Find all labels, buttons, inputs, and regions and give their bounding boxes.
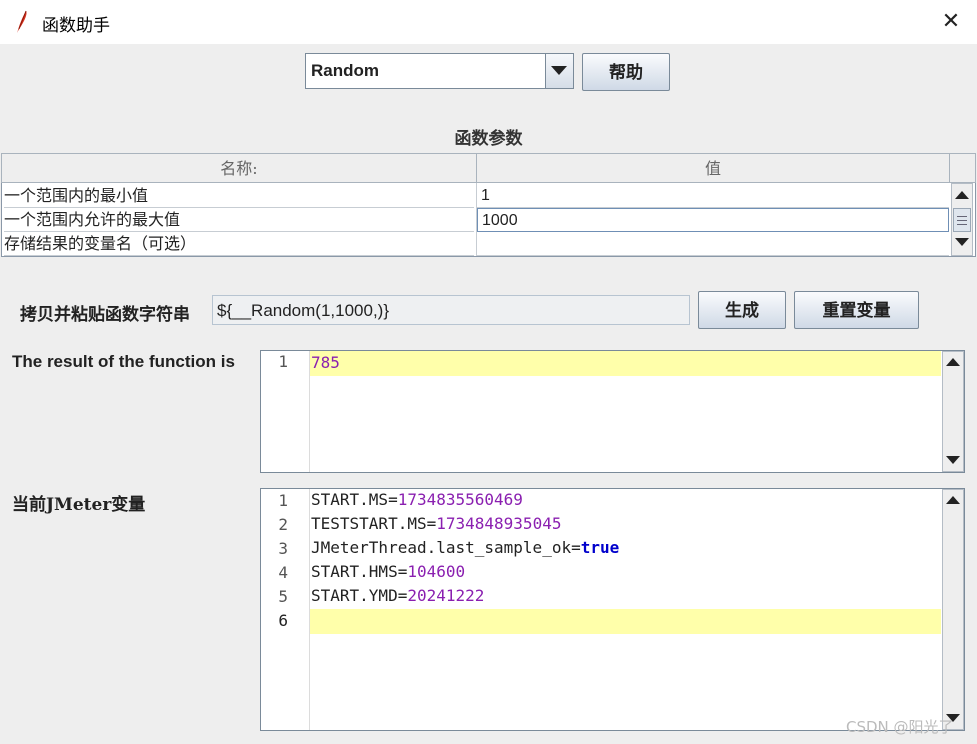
equals-sign: = bbox=[571, 538, 581, 557]
help-button[interactable]: 帮助 bbox=[582, 53, 670, 91]
close-icon[interactable]: ✕ bbox=[936, 8, 966, 36]
param-name-cell[interactable]: 存储结果的变量名（可选） bbox=[4, 232, 474, 256]
reset-variables-button[interactable]: 重置变量 bbox=[794, 291, 919, 329]
line-number: 6 bbox=[278, 611, 288, 630]
title-bar bbox=[0, 0, 977, 44]
current-line-highlight bbox=[310, 351, 941, 376]
line-number: 1 bbox=[278, 352, 288, 371]
variable-value: 1734835560469 bbox=[397, 490, 523, 509]
variable-key: START.MS bbox=[311, 490, 389, 509]
variable-line[interactable]: JMeterThread.last_sample_ok=true bbox=[311, 536, 619, 560]
variable-key: JMeterThread.last_sample_ok bbox=[311, 538, 572, 557]
watermark: CSDN @阳光了 bbox=[846, 718, 954, 736]
line-number: 4 bbox=[278, 563, 288, 582]
equals-sign: = bbox=[397, 562, 408, 581]
function-select-value: Random bbox=[311, 61, 379, 80]
variable-line[interactable]: TESTSTART.MS=1734848935045 bbox=[311, 512, 561, 536]
variable-key: START.YMD bbox=[311, 586, 398, 605]
param-name-cell[interactable]: 一个范围内允许的最大值 bbox=[4, 208, 474, 232]
function-string-label: 拷贝并粘贴函数字符串 bbox=[20, 305, 190, 325]
scroll-up-icon[interactable] bbox=[946, 496, 960, 504]
param-value-cell[interactable]: 1000 bbox=[477, 208, 949, 232]
current-line-highlight bbox=[310, 609, 941, 634]
window-title: 函数助手 bbox=[42, 16, 110, 36]
scroll-up-icon[interactable] bbox=[955, 191, 969, 199]
column-header-name[interactable]: 名称: bbox=[1, 153, 477, 183]
line-number: 5 bbox=[278, 587, 288, 606]
line-number: 1 bbox=[278, 491, 288, 510]
variable-value: true bbox=[580, 538, 620, 557]
equals-sign: = bbox=[426, 514, 437, 533]
variable-value: 20241222 bbox=[407, 586, 485, 605]
variables-label: 当前JMeter变量 bbox=[12, 495, 146, 515]
chevron-down-icon bbox=[551, 66, 567, 75]
variable-key: START.HMS bbox=[311, 562, 398, 581]
param-name-cell[interactable]: 一个范围内的最小值 bbox=[4, 184, 474, 208]
variable-line[interactable]: START.MS=1734835560469 bbox=[311, 488, 523, 512]
line-number: 3 bbox=[278, 539, 288, 558]
scroll-thumb[interactable] bbox=[953, 208, 971, 232]
generate-button[interactable]: 生成 bbox=[698, 291, 786, 329]
equals-sign: = bbox=[388, 490, 398, 509]
variable-line[interactable]: START.HMS=104600 bbox=[311, 560, 465, 584]
feather-icon bbox=[17, 10, 27, 33]
column-header-corner bbox=[949, 153, 976, 183]
param-value-cell[interactable] bbox=[477, 232, 949, 256]
line-number: 2 bbox=[278, 515, 288, 534]
params-section-title: 函数参数 bbox=[454, 129, 523, 149]
result-scrollbar[interactable] bbox=[942, 351, 964, 472]
scroll-up-icon[interactable] bbox=[946, 358, 960, 366]
variable-value: 104600 bbox=[407, 562, 466, 581]
function-string-field[interactable]: ${__Random(1,1000,)} bbox=[212, 295, 690, 325]
scroll-down-icon[interactable] bbox=[946, 456, 960, 464]
param-value-cell[interactable]: 1 bbox=[477, 184, 949, 208]
variables-scrollbar[interactable] bbox=[942, 489, 964, 730]
variable-key: TESTSTART.MS bbox=[311, 514, 427, 533]
variable-value: 1734848935045 bbox=[436, 514, 562, 533]
variable-line[interactable]: START.YMD=20241222 bbox=[311, 584, 484, 608]
scroll-down-icon[interactable] bbox=[955, 238, 969, 246]
column-header-value[interactable]: 值 bbox=[476, 153, 950, 183]
result-value[interactable]: 785 bbox=[311, 351, 340, 375]
equals-sign: = bbox=[397, 586, 408, 605]
result-label: The result of the function is bbox=[12, 352, 235, 371]
